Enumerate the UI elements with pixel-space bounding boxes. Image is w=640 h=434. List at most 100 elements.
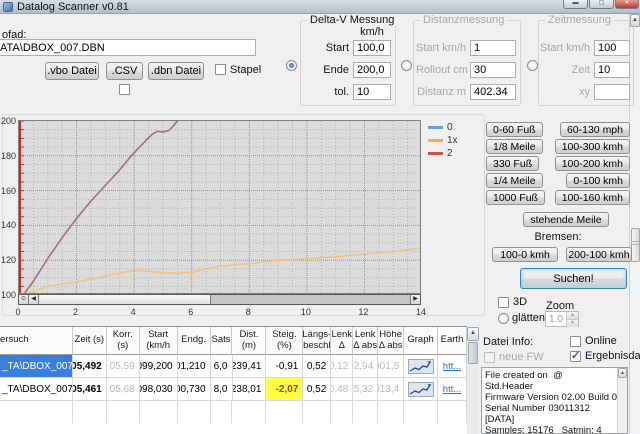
- table-scroll-up-icon[interactable]: ▲: [467, 327, 479, 341]
- vbo-datei-button[interactable]: .vbo Datei: [45, 62, 99, 80]
- maximize-button[interactable]: ▢: [589, 0, 614, 9]
- cell-graph[interactable]: [404, 355, 438, 378]
- cell-sats[interactable]: 8,0: [211, 378, 233, 401]
- column-header-l-ngs-beschl[interactable]: Längs- beschl: [303, 327, 331, 355]
- column-header-ersuch[interactable]: ersuch: [0, 327, 73, 355]
- column-header-h-he-abs[interactable]: Höhe Δ abs: [378, 327, 404, 355]
- online-checkbox[interactable]: [570, 336, 581, 347]
- distanz-m-input[interactable]: [470, 84, 516, 100]
- cell-ersuch[interactable]: _TA\DBOX_007.DBN: [0, 378, 73, 401]
- column-header-korr-s[interactable]: Korr. (s): [107, 327, 140, 355]
- 3d-checkbox[interactable]: [498, 297, 509, 308]
- close-button[interactable]: ✕: [615, 0, 639, 9]
- radio-delta-v[interactable]: [286, 60, 297, 71]
- glaetten-radio[interactable]: [498, 313, 509, 324]
- cell-h-he-abs[interactable]: 013,4: [378, 378, 404, 401]
- measure-button-0-100-kmh[interactable]: 0-100 kmh: [566, 173, 630, 188]
- chart-scrollbar-thumb[interactable]: [39, 295, 211, 304]
- chart-horizontal-scrollbar[interactable]: ⊙ ◀ ▶: [18, 294, 421, 305]
- measure-button-100-160-kmh[interactable]: 100-160 kmh: [555, 190, 630, 205]
- cell-zeit-s[interactable]: 05,492: [73, 355, 107, 378]
- cell-endg[interactable]: 201,210: [178, 355, 211, 378]
- cell-h-he-abs[interactable]: 001,5: [378, 355, 404, 378]
- ergebnisdatei-checkbox[interactable]: [570, 351, 581, 362]
- column-header-lenk-abs[interactable]: Lenk Δ abs: [353, 327, 378, 355]
- cell-dist-m[interactable]: 239,41: [233, 355, 267, 378]
- file-info-textarea[interactable]: ▲ File created on @Std.HeaderFirmware Ve…: [481, 367, 628, 434]
- csv-button[interactable]: .CSV: [106, 62, 143, 80]
- xy-input[interactable]: [594, 84, 630, 100]
- spinner-down-icon[interactable]: ▼: [567, 320, 578, 327]
- suchen-button[interactable]: Suchen!: [520, 268, 627, 289]
- chart-zoom-reset-icon[interactable]: ⊙: [19, 295, 29, 304]
- cell-zeit-s[interactable]: 05,461: [73, 378, 107, 401]
- path-input[interactable]: [0, 39, 256, 56]
- cell-earth[interactable]: htt...: [438, 378, 467, 401]
- delta-start-input[interactable]: [353, 40, 391, 56]
- cell-start-km-h[interactable]: 098,030: [140, 378, 178, 401]
- dbn-datei-button[interactable]: .dbn Datei: [148, 62, 204, 80]
- neue-fw-checkbox[interactable]: [484, 352, 495, 363]
- column-header-earth[interactable]: Earth: [438, 327, 467, 355]
- measure-button-1-4-meile[interactable]: 1/4 Meile: [486, 173, 543, 188]
- scrollbar-thumb[interactable]: [631, 228, 640, 262]
- file-info-scroll-up-icon[interactable]: ▲: [618, 368, 627, 378]
- earth-link[interactable]: htt...: [443, 361, 461, 372]
- cell-dist-m[interactable]: 238,01: [233, 378, 267, 401]
- column-header-endg[interactable]: Endg.: [178, 327, 211, 355]
- delta-tol-input[interactable]: [353, 84, 391, 100]
- delta-ende-input[interactable]: [353, 62, 391, 78]
- table-row[interactable]: _TA\DBOX_007.DBN05,46105,68098,030200,73…: [0, 378, 467, 401]
- column-header-sats[interactable]: Sats: [211, 327, 233, 355]
- spinner-up-icon[interactable]: ▲: [567, 312, 578, 320]
- cell-l-ngs-beschl[interactable]: 0,52: [303, 378, 331, 401]
- column-header-start-km-h[interactable]: Start (km/h: [140, 327, 178, 355]
- measure-button-0-60-fu[interactable]: 0-60 Fuß: [486, 122, 543, 137]
- cell-sats[interactable]: 6,0: [211, 355, 233, 378]
- rollout-input[interactable]: [470, 62, 516, 78]
- column-header-lenk[interactable]: Lenk Δ: [331, 327, 353, 355]
- column-header-graph[interactable]: Graph: [404, 327, 438, 355]
- table-row[interactable]: _TA\DBOX_007.DBN05,49205,59099,200201,21…: [0, 355, 467, 378]
- cell-steig[interactable]: -0,91: [266, 355, 303, 378]
- cell-earth[interactable]: htt...: [438, 355, 467, 378]
- measure-button-330-fu[interactable]: 330 Fuß: [486, 156, 539, 171]
- cell-lenk[interactable]: 00,12: [331, 355, 353, 378]
- minimize-button[interactable]: ▬: [563, 0, 588, 9]
- measure-button-60-130-mph[interactable]: 60-130 mph: [560, 122, 630, 137]
- measure-button-1-8-meile[interactable]: 1/8 Meile: [486, 139, 543, 154]
- cell-l-ngs-beschl[interactable]: 0,52: [303, 355, 331, 378]
- measure-button-1000-fu[interactable]: 1000 Fuß: [486, 190, 545, 205]
- chart-scrollbar-track[interactable]: [211, 295, 410, 304]
- file-info-scrollbar[interactable]: ▲: [617, 368, 627, 433]
- stehende-meile-button[interactable]: stehende Meile: [523, 212, 609, 227]
- chart-scroll-left-icon[interactable]: ◀: [29, 295, 39, 304]
- column-header-zeit-s[interactable]: Zeit (s): [73, 327, 107, 355]
- brake-200-100-button[interactable]: 200-100 kmh: [566, 247, 632, 262]
- table-scrollbar-thumb[interactable]: [468, 342, 478, 364]
- distanz-start-input[interactable]: [470, 40, 516, 56]
- zeit-input[interactable]: [594, 62, 630, 78]
- cell-start-km-h[interactable]: 099,200: [140, 355, 178, 378]
- radio-zeit[interactable]: [527, 60, 538, 71]
- cell-lenk[interactable]: -00,48: [331, 378, 353, 401]
- radio-distanz[interactable]: [401, 60, 412, 71]
- table-vertical-scrollbar[interactable]: ▲: [467, 327, 479, 434]
- cell-ersuch[interactable]: _TA\DBOX_007.DBN: [0, 355, 73, 378]
- measure-button-100-300-kmh[interactable]: 100-300 kmh: [555, 139, 630, 154]
- chart-plot[interactable]: [18, 120, 421, 294]
- cell-lenk-abs[interactable]: 02,94: [353, 355, 378, 378]
- column-header-dist-m[interactable]: Dist. (m): [232, 327, 266, 355]
- measure-button-100-200-kmh[interactable]: 100-200 kmh: [555, 156, 630, 171]
- csv-option-checkbox[interactable]: [119, 84, 130, 95]
- cell-endg[interactable]: 200,730: [178, 378, 211, 401]
- spinner-arrows[interactable]: ▲▼: [566, 312, 578, 326]
- column-header-steig[interactable]: Steig. (%): [266, 327, 303, 355]
- cell-korr-s[interactable]: 05,59: [107, 355, 140, 378]
- zoom-spinner[interactable]: 1.0 ▲▼: [545, 311, 579, 327]
- stapel-checkbox[interactable]: [215, 64, 226, 75]
- chart-scroll-right-icon[interactable]: ▶: [410, 295, 420, 304]
- earth-link[interactable]: htt...: [443, 384, 461, 395]
- cell-graph[interactable]: [404, 378, 438, 401]
- zeit-start-input[interactable]: [594, 40, 630, 56]
